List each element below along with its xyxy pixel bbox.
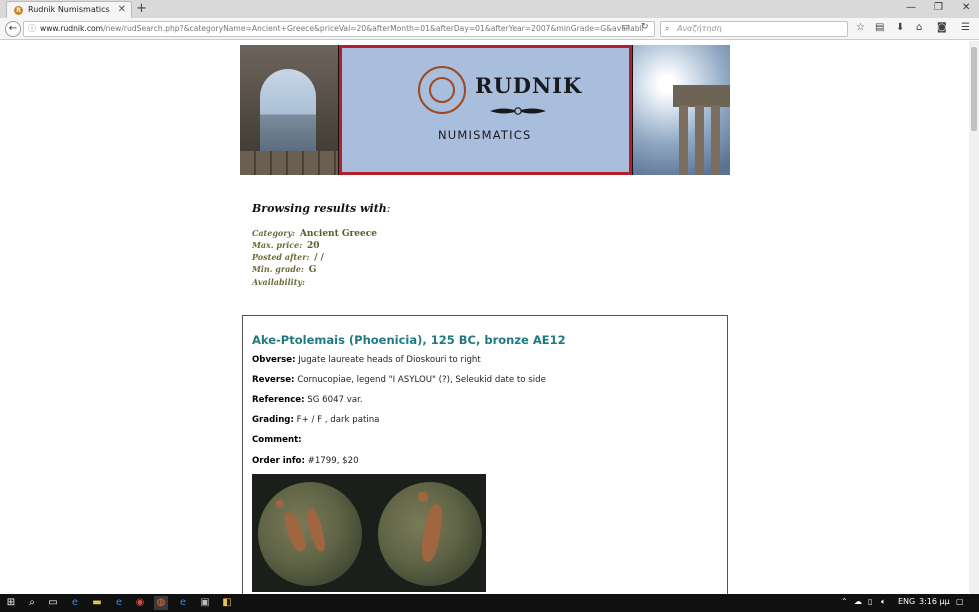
scrollbar-thumb[interactable]: [971, 47, 977, 131]
edge-alt-icon[interactable]: e: [176, 596, 190, 610]
reference-line: Reference: SG 6047 var.: [252, 395, 363, 405]
back-button[interactable]: ←: [5, 21, 21, 37]
close-window-icon[interactable]: ✕: [962, 2, 970, 13]
brand-name: RUDNIK: [475, 73, 583, 98]
criteria-grade: Min. grade: G: [252, 264, 317, 275]
page-content: RUDNIK NUMISMATICS Browsing results with…: [0, 41, 969, 594]
volume-icon[interactable]: 🔈︎: [881, 597, 886, 607]
clock[interactable]: 3:16 μμ: [919, 597, 950, 606]
obverse-line: Obverse: Jugate laureate heads of Diosko…: [252, 355, 481, 365]
tab-rudnik[interactable]: R Rudnik Numismatics ✕: [6, 1, 132, 18]
bookmark-star-icon[interactable]: ☆: [856, 22, 865, 33]
criteria-price-value: 20: [306, 241, 320, 251]
app-icon-2[interactable]: ◧: [220, 596, 234, 610]
search-icon: ⌕: [665, 24, 670, 33]
info-icon[interactable]: ⓘ: [28, 22, 36, 36]
windows-start-icon[interactable]: ⊞: [4, 596, 18, 610]
minimize-icon[interactable]: —: [906, 2, 916, 13]
close-tab-icon[interactable]: ✕: [118, 4, 126, 15]
rudnik-favicon-icon: R: [14, 6, 23, 15]
criteria-posted: Posted after: / /: [252, 252, 324, 263]
browser-window: R Rudnik Numismatics ✕ + — ❐ ✕ ← ⓘ www.ru…: [0, 0, 979, 612]
banner-arch-photo: [240, 45, 338, 175]
taskbar: ⊞ ⌕ ▭ e ▬ e ◉ ◍ e ▣ ◧ ⌃ ☁ ▯ 🔈︎ ENG 3:16 …: [0, 594, 979, 612]
reader-view-icon[interactable]: ▭: [621, 22, 630, 32]
nav-bar: ← ⓘ www.rudnik.com/new/rudSearch.php?&cat…: [0, 18, 979, 40]
restore-icon[interactable]: ❐: [934, 2, 943, 13]
site-banner[interactable]: RUDNIK NUMISMATICS: [240, 45, 730, 175]
app-icon[interactable]: ▣: [198, 596, 212, 610]
url-bar[interactable]: ⓘ www.rudnik.com/new/rudSearch.php?&categ…: [23, 21, 655, 37]
criteria-heading: Browsing results with:: [252, 202, 391, 215]
search-input[interactable]: ⌕ Αναζήτηση: [660, 21, 848, 37]
language-indicator[interactable]: ENG: [898, 597, 915, 606]
page-scrollbar[interactable]: [969, 41, 979, 594]
logo-eye-icon: [490, 107, 546, 115]
comment-line: Comment:: [252, 435, 302, 445]
cloud-icon[interactable]: ☁: [854, 597, 862, 606]
logo-coin-icon: [418, 66, 466, 114]
url-path: /new/rudSearch.php?&categoryName=Ancient…: [103, 24, 644, 33]
coin-photo[interactable]: [252, 474, 486, 592]
chrome-icon[interactable]: ◉: [133, 596, 147, 610]
criteria-category-value: Ancient Greece: [299, 229, 377, 239]
brand-subtitle: NUMISMATICS: [438, 128, 532, 142]
banner-logo-panel: RUDNIK NUMISMATICS: [339, 45, 632, 175]
reverse-line: Reverse: Cornucopiae, legend "I ASYLOU" …: [252, 375, 546, 385]
order-info-line: Order info: #1799, $20: [252, 456, 359, 466]
new-tab-icon[interactable]: +: [136, 1, 147, 16]
tab-bar: R Rudnik Numismatics ✕ + — ❐ ✕: [0, 0, 979, 18]
result-title[interactable]: Ake-Ptolemais (Phoenicia), 125 BC, bronz…: [252, 333, 566, 347]
pocket-icon[interactable]: ◙: [937, 22, 947, 33]
back-arrow-icon: ←: [8, 23, 18, 34]
download-icon[interactable]: ⬇: [896, 22, 904, 33]
tray-chevron-icon[interactable]: ⌃: [841, 597, 848, 606]
criteria-availability: Availability:: [252, 277, 305, 287]
search-icon[interactable]: ⌕: [25, 596, 39, 610]
criteria-price: Max. price: 20: [252, 240, 320, 251]
library-icon[interactable]: ▤: [875, 22, 884, 33]
criteria-grade-value: G: [308, 265, 317, 275]
task-view-icon[interactable]: ▭: [46, 596, 60, 610]
result-item: Ake-Ptolemais (Phoenicia), 125 BC, bronz…: [242, 315, 728, 594]
criteria-posted-value: / /: [314, 253, 324, 263]
reload-icon[interactable]: ↻: [641, 22, 649, 32]
file-explorer-icon[interactable]: ▬: [90, 596, 104, 610]
criteria-category: Category: Ancient Greece: [252, 228, 377, 239]
search-placeholder: Αναζήτηση: [677, 24, 722, 33]
home-icon[interactable]: ⌂: [916, 22, 922, 33]
ie-icon[interactable]: e: [112, 596, 126, 610]
banner-temple-photo: [633, 45, 730, 175]
grading-line: Grading: F+ / F , dark patina: [252, 415, 380, 425]
menu-icon[interactable]: ☰: [961, 22, 970, 33]
network-icon[interactable]: ▯: [868, 597, 872, 606]
firefox-icon[interactable]: ◍: [154, 596, 168, 610]
tab-title: Rudnik Numismatics: [28, 5, 110, 14]
coin-obverse-image: [258, 482, 362, 586]
notifications-icon[interactable]: ▢: [956, 597, 964, 606]
edge-icon[interactable]: e: [68, 596, 82, 610]
coin-reverse-image: [378, 482, 482, 586]
url-host: www.rudnik.com: [40, 24, 104, 33]
